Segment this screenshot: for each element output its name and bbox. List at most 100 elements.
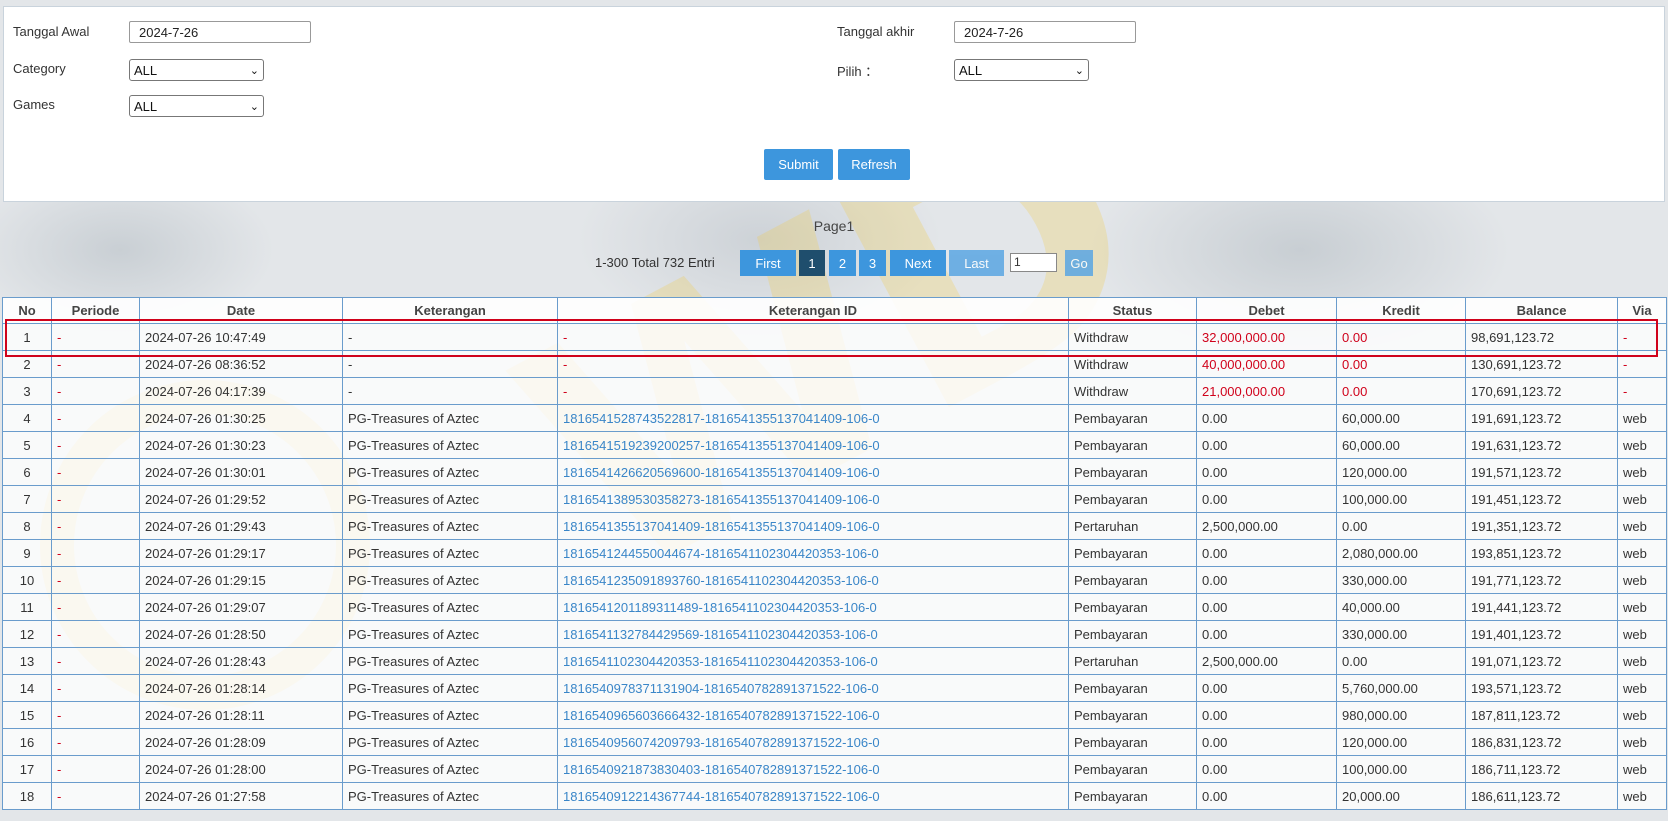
table-cell: 9	[2, 539, 52, 567]
tanggal-akhir-label: Tanggal akhir	[837, 24, 915, 39]
table-cell: 191,441,123.72	[1465, 593, 1618, 621]
table-cell[interactable]: 1816541102304420353-1816541102304420353-…	[557, 647, 1069, 675]
table-cell: 40,000.00	[1336, 593, 1466, 621]
table-cell: PG-Treasures of Aztec	[342, 728, 558, 756]
table-cell: 330,000.00	[1336, 620, 1466, 648]
first-page-button[interactable]: First	[740, 250, 796, 276]
table-cell[interactable]: 1816541235091893760-1816541102304420353-…	[557, 566, 1069, 594]
table-cell: 980,000.00	[1336, 701, 1466, 729]
table-cell[interactable]: 1816541519239200257-1816541355137041409-…	[557, 431, 1069, 459]
category-select[interactable]: ALL ⌄	[129, 59, 264, 81]
chevron-down-icon: ⌄	[249, 100, 259, 113]
table-cell: -	[1617, 377, 1667, 405]
table-cell: 0.00	[1196, 728, 1337, 756]
table-row: 13-2024-07-26 01:28:43 PG-Treasures of Az…	[2, 647, 1667, 675]
table-cell: -	[51, 377, 140, 405]
entry-count: 1-300 Total 732 Entri	[595, 255, 715, 270]
go-button[interactable]: Go	[1065, 250, 1093, 276]
table-cell: 2024-07-26 01:30:23	[139, 431, 343, 459]
table-cell: -	[51, 593, 140, 621]
table-cell: 2024-07-26 01:29:07	[139, 593, 343, 621]
table-cell: PG-Treasures of Aztec	[342, 512, 558, 540]
table-row: 11-2024-07-26 01:29:07 PG-Treasures of Az…	[2, 593, 1667, 621]
submit-button[interactable]: Submit	[764, 149, 833, 180]
table-cell: 0.00	[1196, 485, 1337, 513]
page-number-input[interactable]: 1	[1010, 253, 1057, 272]
table-row: 3-2024-07-26 04:17:39- - Withdraw 21,000,00…	[2, 377, 1667, 405]
table-cell: 186,711,123.72	[1465, 755, 1618, 783]
table-cell[interactable]: 1816541389530358273-1816541355137041409-…	[557, 485, 1069, 513]
table-cell: 191,771,123.72	[1465, 566, 1618, 594]
table-cell: web	[1617, 566, 1667, 594]
table-cell: 2024-07-26 01:29:15	[139, 566, 343, 594]
next-page-button[interactable]: Next	[890, 250, 946, 276]
table-cell: -	[51, 566, 140, 594]
table-cell: -	[557, 377, 1069, 405]
table-cell: 2024-07-26 01:28:00	[139, 755, 343, 783]
table-cell: 193,851,123.72	[1465, 539, 1618, 567]
table-cell: 2024-07-26 01:28:11	[139, 701, 343, 729]
table-cell: 11	[2, 593, 52, 621]
table-cell[interactable]: 1816540956074209793-1816540782891371522-…	[557, 728, 1069, 756]
table-cell: 2,500,000.00	[1196, 647, 1337, 675]
table-cell: 191,401,123.72	[1465, 620, 1618, 648]
table-cell: -	[51, 485, 140, 513]
tanggal-awal-input[interactable]: 2024-7-26	[129, 21, 311, 43]
refresh-button[interactable]: Refresh	[838, 149, 910, 180]
table-cell: web	[1617, 728, 1667, 756]
table-cell: 0.00	[1196, 755, 1337, 783]
table-cell[interactable]: 1816541201189311489-1816541102304420353-…	[557, 593, 1069, 621]
table-cell: web	[1617, 539, 1667, 567]
table-cell[interactable]: 1816541244550044674-1816541102304420353-…	[557, 539, 1069, 567]
table-cell[interactable]: 1816540921873830403-1816540782891371522-…	[557, 755, 1069, 783]
table-row: 16-2024-07-26 01:28:09 PG-Treasures of Az…	[2, 728, 1667, 756]
highlight-box	[5, 319, 1658, 357]
table-cell: 14	[2, 674, 52, 702]
chevron-down-icon: ⌄	[1074, 64, 1084, 77]
table-cell: 0.00	[1196, 701, 1337, 729]
table-cell: PG-Treasures of Aztec	[342, 755, 558, 783]
table-cell: Pembayaran	[1068, 755, 1197, 783]
table-cell: 191,631,123.72	[1465, 431, 1618, 459]
page-2-button[interactable]: 2	[829, 250, 856, 276]
table-cell: 100,000.00	[1336, 485, 1466, 513]
table-cell[interactable]: 1816540978371131904-1816540782891371522-…	[557, 674, 1069, 702]
table-cell[interactable]: 1816541132784429569-1816541102304420353-…	[557, 620, 1069, 648]
page-3-button[interactable]: 3	[859, 250, 886, 276]
table-row: 6-2024-07-26 01:30:01 PG-Treasures of Azt…	[2, 458, 1667, 486]
table-body: 1-2024-07-26 10:47:49- - Withdraw 32,000,00…	[2, 323, 1667, 810]
table-cell: 193,571,123.72	[1465, 674, 1618, 702]
transaction-table: No Periode Date Keterangan Keterangan ID Stat…	[2, 297, 1667, 810]
table-cell: 0.00	[1196, 782, 1337, 810]
games-select[interactable]: ALL ⌄	[129, 95, 264, 117]
table-cell: 60,000.00	[1336, 431, 1466, 459]
table-cell: Pembayaran	[1068, 782, 1197, 810]
table-cell: 2024-07-26 01:29:43	[139, 512, 343, 540]
table-cell: 186,831,123.72	[1465, 728, 1618, 756]
pilih-select[interactable]: ALL ⌄	[954, 59, 1089, 81]
table-cell: 100,000.00	[1336, 755, 1466, 783]
table-cell: 0.00	[1196, 566, 1337, 594]
table-cell: Pembayaran	[1068, 728, 1197, 756]
table-cell: 120,000.00	[1336, 458, 1466, 486]
table-cell: 191,071,123.72	[1465, 647, 1618, 675]
table-cell[interactable]: 1816541426620569600-1816541355137041409-…	[557, 458, 1069, 486]
table-cell: 20,000.00	[1336, 782, 1466, 810]
table-cell: Pembayaran	[1068, 539, 1197, 567]
games-label: Games	[13, 97, 55, 112]
table-cell[interactable]: 1816540912214367744-1816540782891371522-…	[557, 782, 1069, 810]
table-cell[interactable]: 1816540965603666432-1816540782891371522-…	[557, 701, 1069, 729]
page-1-button[interactable]: 1	[799, 250, 825, 276]
table-cell[interactable]: 1816541528743522817-1816541355137041409-…	[557, 404, 1069, 432]
table-cell[interactable]: 1816541355137041409-1816541355137041409-…	[557, 512, 1069, 540]
table-cell: 5	[2, 431, 52, 459]
table-cell: 2024-07-26 01:28:50	[139, 620, 343, 648]
table-cell: 187,811,123.72	[1465, 701, 1618, 729]
tanggal-akhir-input[interactable]: 2024-7-26	[954, 21, 1136, 43]
table-cell: PG-Treasures of Aztec	[342, 404, 558, 432]
table-cell: 4	[2, 404, 52, 432]
table-cell: -	[51, 512, 140, 540]
last-page-button[interactable]: Last	[949, 250, 1004, 276]
table-cell: PG-Treasures of Aztec	[342, 431, 558, 459]
table-cell: web	[1617, 782, 1667, 810]
